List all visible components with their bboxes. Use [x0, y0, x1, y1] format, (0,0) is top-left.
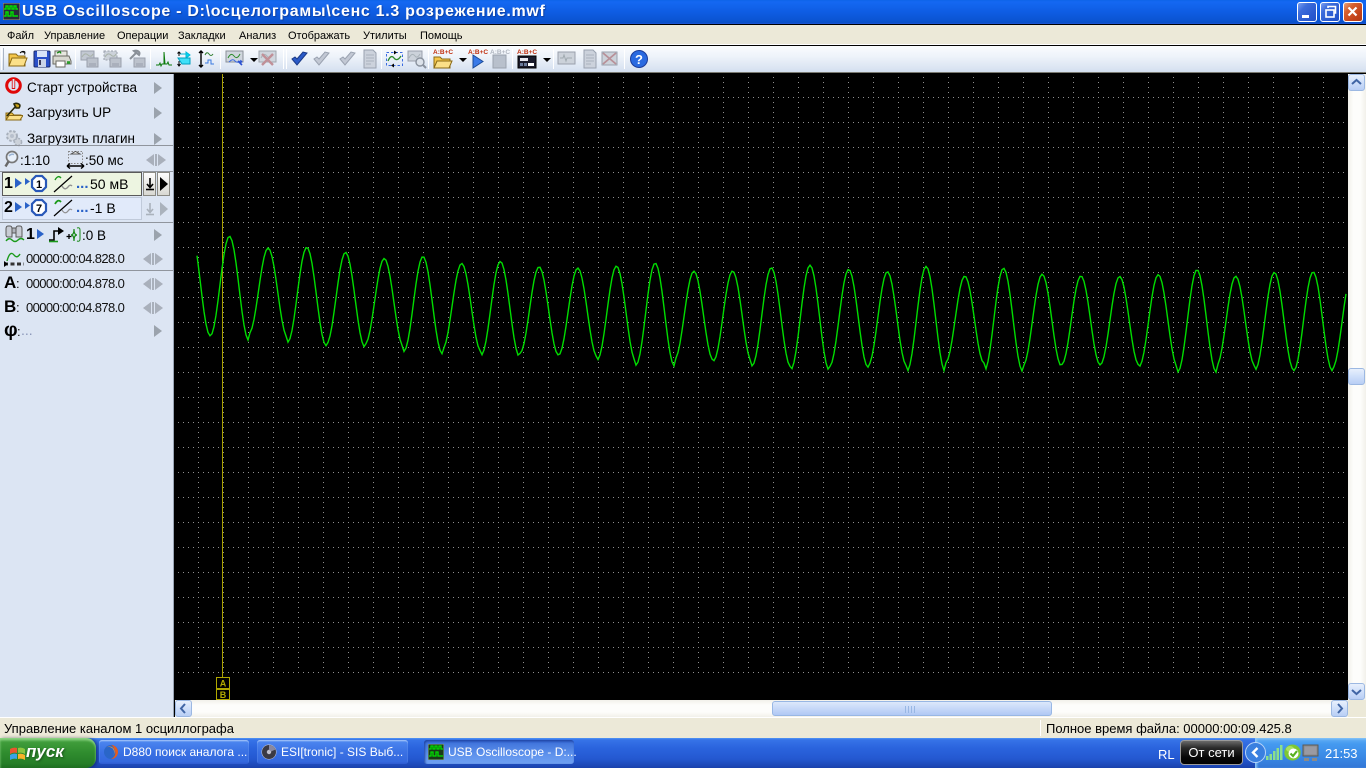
svg-text:1: 1	[36, 179, 42, 191]
svg-text:B: B	[220, 690, 227, 700]
svg-text:A: A	[220, 679, 227, 689]
svg-text:?: ?	[635, 52, 643, 67]
svg-text:7: 7	[36, 203, 42, 215]
